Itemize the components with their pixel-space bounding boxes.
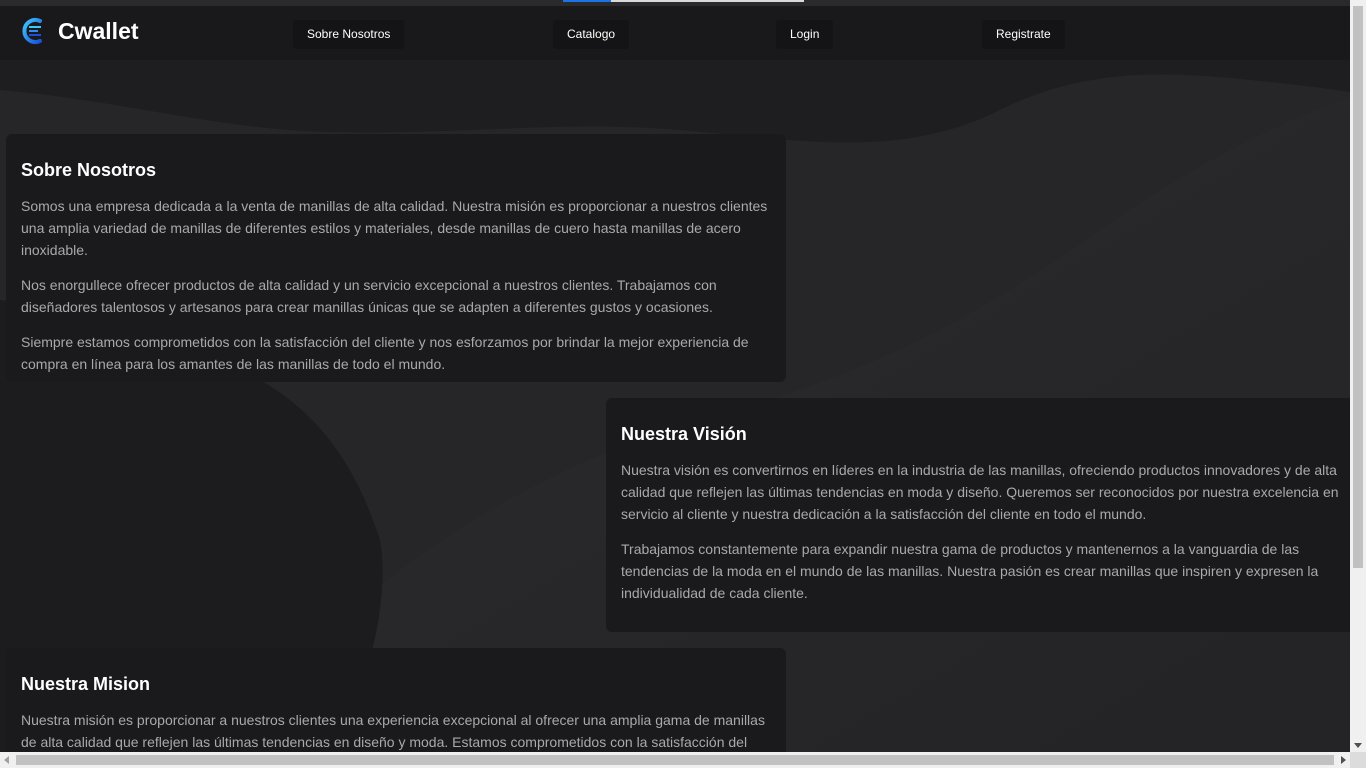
horizontal-scrollbar[interactable] [0,752,1366,768]
nav-registrate-button[interactable]: Registrate [982,20,1065,49]
vision-section-title: Nuestra Visión [621,424,747,444]
about-paragraph-1: Somos una empresa dedicada a la venta de… [21,198,768,258]
about-section-card: Sobre Nosotros Somos una empresa dedicad… [6,134,786,382]
vision-paragraph-1: Nuestra visión es convertirnos en lídere… [621,462,1339,522]
about-paragraph-3: Siempre estamos comprometidos con la sat… [21,334,749,372]
scrollbar-corner [1350,752,1366,768]
cwallet-logo-icon [22,18,42,44]
scroll-down-arrow-icon[interactable] [1354,743,1362,748]
vertical-scrollbar-thumb[interactable] [1353,6,1363,568]
nav-catalogo-button[interactable]: Catalogo [553,20,630,49]
vision-section-card: Nuestra Visión Nuestra visión es convert… [606,398,1366,632]
brand-name: Cwallet [58,17,139,44]
vision-paragraph-2: Trabajamos constantemente para expandir … [621,541,1319,601]
about-paragraph-2: Nos enorgullece ofrecer productos de alt… [21,277,717,315]
scroll-right-arrow-icon[interactable] [1341,756,1346,764]
mission-section-card: Nuestra Mision Nuestra misión es proporc… [6,648,786,768]
vertical-scrollbar[interactable] [1350,0,1366,752]
loading-progress-fill [563,0,611,2]
brand[interactable]: Cwallet [20,17,139,45]
page: Cwallet Sobre Nosotros Catalogo Login Re… [0,0,1366,768]
loading-progress-bar [563,0,804,2]
mission-section-title: Nuestra Mision [21,674,151,694]
horizontal-scrollbar-thumb[interactable] [16,755,1334,765]
navbar: Cwallet Sobre Nosotros Catalogo Login Re… [0,6,1350,60]
scroll-left-arrow-icon[interactable] [4,756,9,764]
about-section-title: Sobre Nosotros [21,160,157,180]
nav-sobre-nosotros-button[interactable]: Sobre Nosotros [293,20,405,49]
nav-login-button[interactable]: Login [776,20,834,49]
